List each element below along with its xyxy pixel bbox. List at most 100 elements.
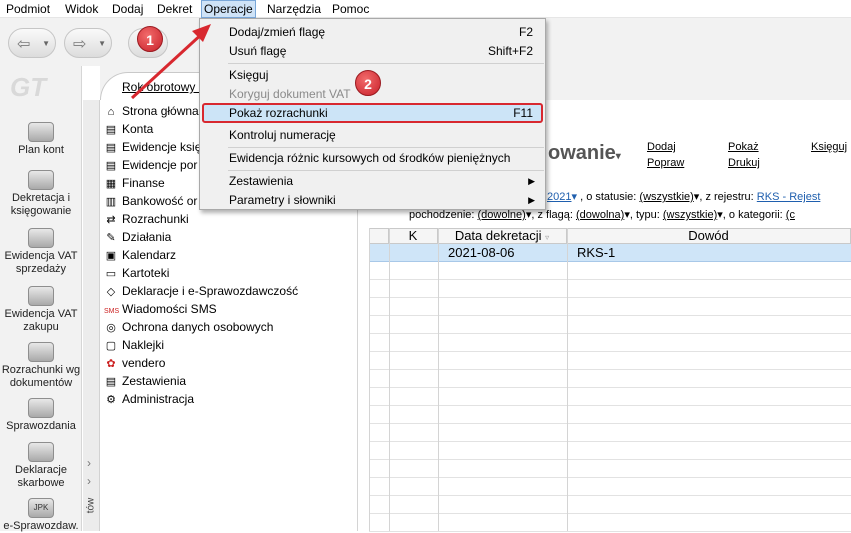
menu-item-zestawienia[interactable]: Zestawienia ▶ <box>202 171 543 191</box>
nav-rozrachunki[interactable]: Rozrachunki wg dokumentów <box>0 342 82 390</box>
nav-plan-kont[interactable]: Plan kont <box>0 122 82 157</box>
tree-item[interactable]: ▤ Ewidencje por <box>104 156 198 174</box>
menu-podmiot[interactable]: Podmiot <box>4 0 52 18</box>
page-title[interactable]: owanie▾ <box>548 142 621 165</box>
column-header-blank[interactable] <box>369 228 389 244</box>
nav-dekretacja[interactable]: Dekretacja i księgowanie <box>0 170 82 218</box>
column-header-document[interactable]: Dowód <box>567 228 851 244</box>
menu-dekret[interactable]: Dekret <box>155 0 194 18</box>
forward-icon: ⇨ <box>73 36 87 53</box>
vat-sprzedaz-icon <box>28 228 54 248</box>
menu-separator <box>228 63 544 64</box>
flag-filter[interactable]: (dowolna) <box>576 209 624 221</box>
tree-item[interactable]: ✿ vendero <box>104 354 165 372</box>
menu-pomoc[interactable]: Pomoc <box>330 0 371 18</box>
tree-item[interactable]: ▤ Ewidencje księ <box>104 138 202 156</box>
back-button[interactable]: ⇦ ▼ <box>8 28 56 58</box>
dekretacja-icon <box>28 170 54 190</box>
bank-icon: ▥ <box>105 196 117 208</box>
dropdown-arrow-icon: ▼ <box>98 39 106 48</box>
link-ksieguj[interactable]: Księguj <box>811 141 847 153</box>
tree-item[interactable]: ▤ Zestawienia <box>104 372 186 390</box>
tree-item[interactable]: ▭ Kartoteki <box>104 264 170 282</box>
period-label[interactable]: Rok obrotowy - <box>122 80 203 94</box>
status-filter[interactable]: (wszystkie) <box>639 191 693 203</box>
table-row <box>369 388 851 406</box>
tree-item[interactable]: ▤ Konta <box>104 120 154 138</box>
nav-vat-sprzedazy[interactable]: Ewidencja VAT sprzedaży <box>0 228 82 276</box>
declaration-icon: ◇ <box>106 286 116 298</box>
book-icon: ▤ <box>105 142 117 154</box>
tree-item[interactable]: ◇ Deklaracje i e-Sprawozdawczość <box>104 282 298 300</box>
tree-item[interactable]: ▣ Kalendarz <box>104 246 176 264</box>
menu-item-pokaz-rozrachunki[interactable]: Pokaż rozrachunki F11 <box>202 103 543 123</box>
menu-dodaj[interactable]: Dodaj <box>110 0 145 18</box>
cell-date: 2021-08-06 <box>448 245 515 260</box>
side-collapse-strip: › › tów <box>83 100 100 531</box>
filter-line-1: 2021▾ , o statusie: (wszystkie)▾, z reje… <box>547 191 821 203</box>
menu-item-remove-flag[interactable]: Usuń flagę Shift+F2 <box>202 41 543 61</box>
register-filter[interactable]: RKS - Rejest <box>757 191 821 203</box>
shield-icon: ◎ <box>106 322 116 334</box>
nav-e-sprawozdaw[interactable]: JPK e-Sprawozdaw. <box>0 498 82 533</box>
table-row <box>369 298 851 316</box>
menu-bar: Podmiot Widok Dodaj Dekret Operacje Narz… <box>0 0 851 18</box>
admin-icon: ⚙ <box>106 394 116 406</box>
category-filter[interactable]: (c <box>786 209 795 221</box>
tree-item[interactable]: SMS Wiadomości SMS <box>104 300 217 318</box>
menu-widok[interactable]: Widok <box>63 0 100 18</box>
menu-narzedzia[interactable]: Narzędzia <box>265 0 323 18</box>
menu-operacje[interactable]: Operacje <box>201 0 256 18</box>
finance-icon: ▦ <box>105 178 117 190</box>
chevron-down-icon[interactable]: ▾ <box>571 191 577 203</box>
folder-icon: ▭ <box>105 268 117 280</box>
link-dodaj[interactable]: Dodaj <box>647 141 676 153</box>
column-header-k[interactable]: K <box>389 228 438 244</box>
nav-vat-zakupu[interactable]: Ewidencja VAT zakupu <box>0 286 82 334</box>
sprawozdania-icon <box>28 398 54 418</box>
link-drukuj[interactable]: Drukuj <box>728 157 760 169</box>
settlements-icon: ⇄ <box>106 214 116 226</box>
table-row <box>369 406 851 424</box>
chevron-right-icon[interactable]: › <box>87 456 91 470</box>
menu-item-roznice-kursowe[interactable]: Ewidencja różnic kursowych od środków pi… <box>202 148 543 168</box>
table-row <box>369 352 851 370</box>
back-icon: ⇦ <box>17 36 31 53</box>
chevron-right-icon[interactable]: › <box>87 474 91 488</box>
tree-item[interactable]: ▢ Naklejki <box>104 336 164 354</box>
step-badge-2: 2 <box>355 70 381 96</box>
nav-deklaracje[interactable]: Deklaracje skarbowe <box>0 442 82 490</box>
tree-item[interactable]: ▦ Finanse <box>104 174 165 192</box>
column-header-date[interactable]: Data dekretacji ▿ <box>438 228 567 244</box>
document-grid: K Data dekretacji ▿ Dowód 2021-08-06 RKS… <box>369 228 851 532</box>
cell-document: RKS-1 <box>577 245 616 260</box>
origin-filter[interactable]: (dowolne) <box>478 209 526 221</box>
table-row <box>369 496 851 514</box>
label-icon: ▢ <box>105 340 117 352</box>
forward-button[interactable]: ⇨ ▼ <box>64 28 112 58</box>
tree-item[interactable]: ⚙ Administracja <box>104 390 194 408</box>
table-row <box>369 442 851 460</box>
tree-item[interactable]: ◎ Ochrona danych osobowych <box>104 318 273 336</box>
actions-icon: ✎ <box>106 232 116 244</box>
year-filter[interactable]: 2021 <box>547 191 571 203</box>
link-popraw[interactable]: Popraw <box>647 157 684 169</box>
menu-item-kontroluj-numeracje[interactable]: Kontroluj numerację <box>202 125 543 145</box>
table-row <box>369 478 851 496</box>
menu-item-add-flag[interactable]: Dodaj/zmień flagę F2 <box>202 22 543 42</box>
submenu-arrow-icon: ▶ <box>528 176 535 186</box>
home-icon: ⌂ <box>107 106 115 118</box>
link-pokaz[interactable]: Pokaż <box>728 141 759 153</box>
dropdown-arrow-icon: ▼ <box>42 39 50 48</box>
table-row <box>369 334 851 352</box>
tree-item[interactable]: ⇄ Rozrachunki <box>104 210 188 228</box>
tree-item[interactable]: ▥ Bankowość or <box>104 192 198 210</box>
deklaracje-icon <box>28 442 54 462</box>
operacje-dropdown-menu: Dodaj/zmień flagę F2 Usuń flagę Shift+F2 K… <box>199 18 546 210</box>
tree-item[interactable]: ✎ Działania <box>104 228 171 246</box>
tree-item[interactable]: ⌂ Strona główna <box>104 102 199 120</box>
nav-sprawozdania[interactable]: Sprawozdania <box>0 398 82 433</box>
type-filter[interactable]: (wszystkie) <box>663 209 717 221</box>
menu-item-parametry[interactable]: Parametry i słowniki ▶ <box>202 190 543 210</box>
table-row[interactable]: 2021-08-06 RKS-1 <box>369 244 851 262</box>
